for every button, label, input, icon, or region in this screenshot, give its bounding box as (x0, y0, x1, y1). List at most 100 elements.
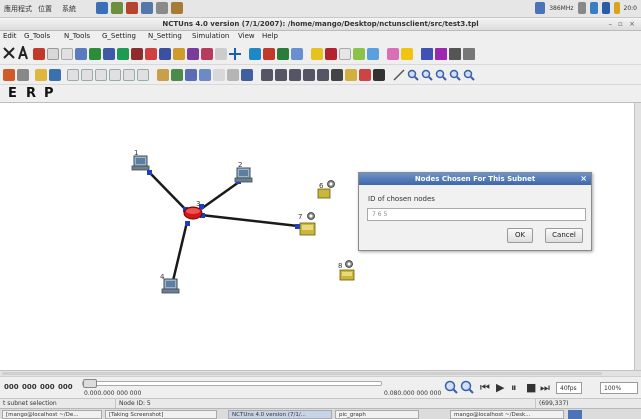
workspace-icon[interactable] (568, 410, 582, 419)
browser-launcher-icon[interactable] (96, 2, 108, 14)
taskbar-item[interactable]: [mango@localhost ~/De... (2, 410, 102, 419)
tool-b-icon[interactable] (275, 69, 287, 81)
vertical-scrollbar[interactable] (634, 103, 641, 370)
subnet-tool-icon[interactable] (435, 48, 447, 60)
cancel-button[interactable]: Cancel (545, 228, 583, 243)
align-bottom-icon[interactable] (123, 69, 135, 81)
wireless-router-tool-icon[interactable] (173, 48, 185, 60)
hand-icon[interactable] (35, 69, 47, 81)
taskbar-item[interactable]: mango@localhost ~/Desk... (450, 410, 564, 419)
play-mode-button[interactable]: P (44, 86, 54, 101)
layout-icon[interactable] (49, 69, 61, 81)
applications-menu[interactable]: 應用程式 (4, 4, 32, 14)
hub-tool-icon[interactable] (33, 48, 45, 60)
grid-snap-icon[interactable] (241, 69, 253, 81)
snap-icon[interactable] (227, 69, 239, 81)
edit-mode-button[interactable]: E (8, 86, 17, 101)
volume-icon[interactable] (601, 2, 610, 14)
save-icon[interactable] (17, 69, 29, 81)
places-menu[interactable]: 位置 (38, 4, 52, 14)
flip-icon[interactable] (171, 69, 183, 81)
zoom-reset-icon[interactable] (463, 69, 475, 81)
align-right-icon[interactable] (95, 69, 107, 81)
view-button-3[interactable]: 000 (40, 383, 55, 391)
notification-icon[interactable] (613, 2, 620, 14)
play-ahead-icon[interactable] (373, 69, 385, 81)
star-icon[interactable] (345, 69, 357, 81)
host-node-4-computer-icon[interactable] (161, 278, 180, 294)
window-controls[interactable]: – ▫ × (608, 20, 637, 28)
lock-icon[interactable] (213, 69, 225, 81)
zoom-icon[interactable] (407, 69, 419, 81)
link-router-7[interactable] (200, 213, 299, 228)
path-icon[interactable] (359, 69, 371, 81)
menu-view[interactable]: View (238, 32, 255, 40)
taskbar-item[interactable]: pic_graph (335, 410, 419, 419)
tool-a-icon[interactable] (261, 69, 273, 81)
host-tool-icon[interactable] (103, 48, 115, 60)
router-node-3-router-icon[interactable] (183, 206, 203, 220)
stop-icon[interactable]: ■ (526, 381, 536, 394)
gprs-tool-icon[interactable] (249, 48, 261, 60)
skip-forward-icon[interactable]: ⏭ (540, 381, 550, 395)
wire-tool-icon[interactable] (75, 48, 87, 60)
editor-launcher-icon[interactable] (171, 2, 183, 14)
zoom-out-time-icon[interactable] (460, 380, 474, 394)
zoom-in-icon[interactable] (435, 69, 447, 81)
menu-lines-icon[interactable] (331, 69, 343, 81)
host-node-2-computer-icon[interactable] (234, 167, 253, 183)
align-center-icon[interactable] (81, 69, 93, 81)
time-slider[interactable] (82, 379, 382, 388)
car-tool-icon[interactable] (401, 48, 413, 60)
align-top-icon[interactable] (109, 69, 121, 81)
network-icon[interactable] (577, 2, 586, 14)
host-node-1-computer-icon[interactable] (131, 155, 150, 171)
run-mode-button[interactable]: R (26, 86, 36, 101)
window-titlebar[interactable]: NCTUns 4.0 version (7/1/2007): /home/man… (0, 18, 641, 31)
update-icon[interactable] (589, 2, 598, 14)
sensor-tool-icon[interactable] (339, 48, 351, 60)
skip-back-icon[interactable]: ⏮ (480, 381, 490, 395)
wimax-tool-icon[interactable] (311, 48, 323, 60)
group-icon[interactable] (185, 69, 197, 81)
mail-launcher-icon[interactable] (111, 2, 123, 14)
router-tool-icon[interactable] (117, 48, 129, 60)
vehicle-tool-icon[interactable] (387, 48, 399, 60)
satellite-tool-icon[interactable] (187, 48, 199, 60)
export-tool-icon[interactable] (463, 48, 475, 60)
delete-icon[interactable] (3, 47, 15, 59)
view-button-1[interactable]: 000 (4, 383, 19, 391)
close-icon[interactable]: × (580, 173, 587, 185)
time-slider-knob[interactable] (83, 379, 97, 388)
zoom-fit-icon[interactable] (449, 69, 461, 81)
ok-button[interactable]: OK (507, 228, 533, 243)
ad-hoc-tool-icon[interactable] (201, 48, 213, 60)
rotate-icon[interactable] (157, 69, 169, 81)
menu-edit[interactable]: Edit (3, 32, 17, 40)
zoom-in-time-icon[interactable] (444, 380, 458, 394)
link-2-router[interactable] (200, 180, 240, 211)
switch-tool-icon[interactable] (89, 48, 101, 60)
grid-tool-icon[interactable] (449, 48, 461, 60)
qos-tool-icon[interactable] (277, 48, 289, 60)
link-tool-icon[interactable] (61, 48, 73, 60)
dvb-tool-icon[interactable] (291, 48, 303, 60)
view-button-2[interactable]: 000 (22, 383, 37, 391)
tool-e-icon[interactable] (317, 69, 329, 81)
menu-g-tools[interactable]: G_Tools (24, 32, 50, 40)
link-1-router[interactable] (149, 172, 189, 213)
undo-tool-icon[interactable] (47, 48, 59, 60)
pointer-icon[interactable] (17, 46, 29, 60)
align-left-icon[interactable] (67, 69, 79, 81)
terminal-launcher-icon[interactable] (141, 2, 153, 14)
play-icon[interactable]: ▶ (496, 381, 504, 394)
tool-c-icon[interactable] (289, 69, 301, 81)
wimax-bs-tool-icon[interactable] (325, 48, 337, 60)
view-button-4[interactable]: 000 (58, 383, 73, 391)
open-icon[interactable] (3, 69, 15, 81)
gateway-tool-icon[interactable] (131, 48, 143, 60)
ss-tool-icon[interactable] (353, 48, 365, 60)
node-editor-icon[interactable] (421, 48, 433, 60)
tool-d-icon[interactable] (303, 69, 315, 81)
menu-n-tools[interactable]: N_Tools (64, 32, 90, 40)
